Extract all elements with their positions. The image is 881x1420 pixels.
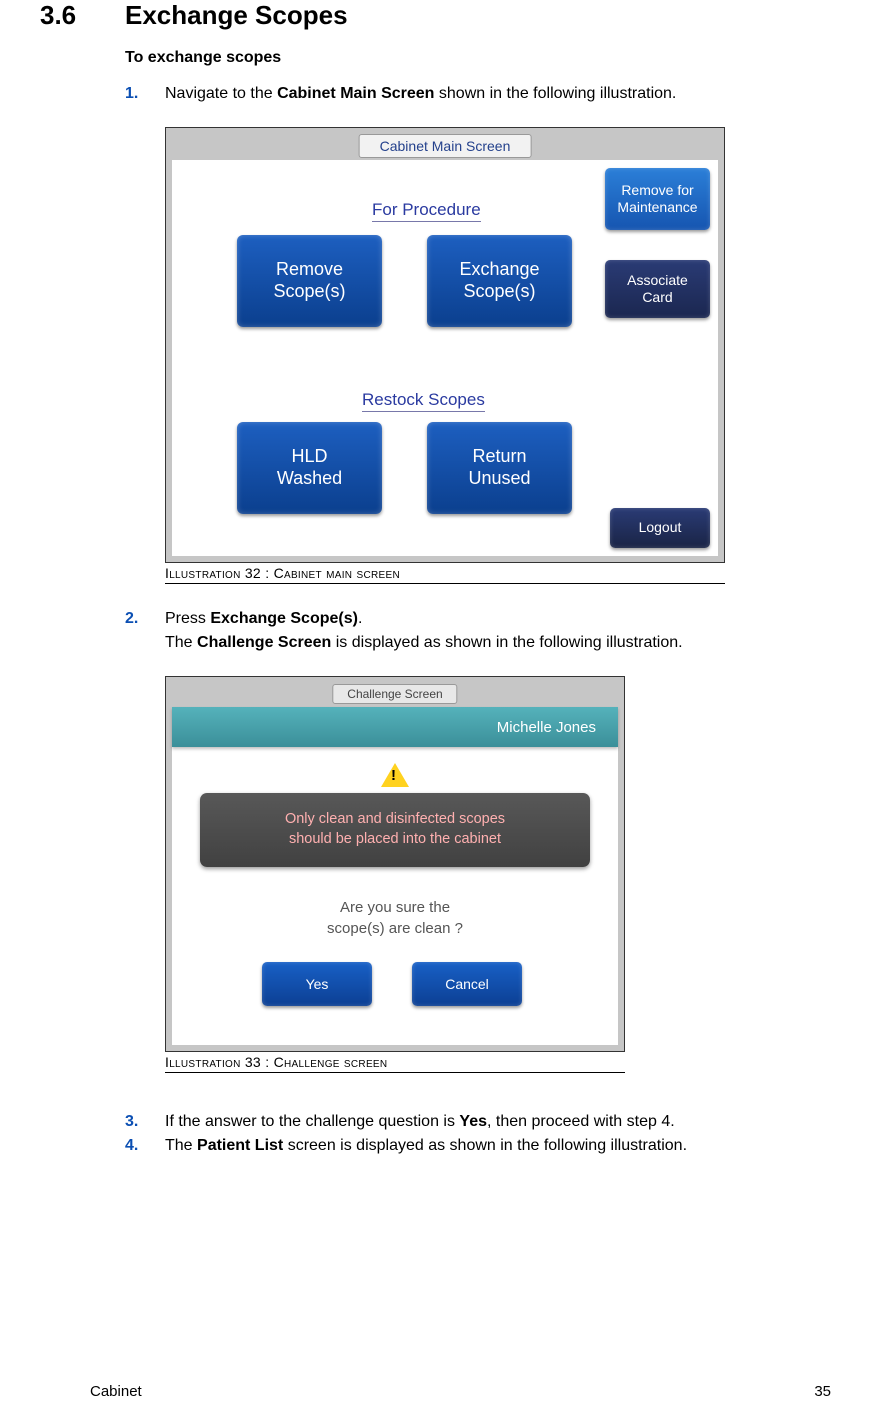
button-line1: Exchange: [427, 259, 572, 281]
section-title: Exchange Scopes: [125, 0, 348, 31]
button-line2: Scope(s): [237, 281, 382, 303]
text: Navigate to the: [165, 85, 277, 102]
figure-33: Challenge Screen Michelle Jones Only cle…: [165, 676, 625, 1073]
bold-text: Challenge Screen: [197, 634, 331, 651]
warning-message: Only clean and disinfected scopes should…: [200, 793, 590, 867]
step-1: 1. Navigate to the Cabinet Main Screen s…: [125, 85, 831, 103]
window-title: Cabinet Main Screen: [359, 134, 532, 158]
button-line2: Washed: [237, 468, 382, 490]
button-label: Logout: [610, 519, 710, 537]
figure-caption: Illustration 32 : Cabinet main screen: [165, 565, 725, 584]
question-line1: Are you sure the: [340, 899, 450, 916]
step-text: If the answer to the challenge question …: [165, 1113, 675, 1131]
button-line1: Return: [427, 446, 572, 468]
button-line2: Card: [605, 289, 710, 307]
button-line1: Remove: [237, 259, 382, 281]
step-text: The Patient List screen is displayed as …: [165, 1137, 687, 1155]
section-number: 3.6: [40, 0, 95, 31]
text: The: [165, 1137, 197, 1154]
warning-icon: [381, 763, 409, 787]
text: The: [165, 634, 197, 651]
user-bar: Michelle Jones: [172, 707, 618, 747]
step-3: 3. If the answer to the challenge questi…: [125, 1113, 831, 1131]
bold-text: Cabinet Main Screen: [277, 85, 434, 102]
step-2: 2. Press Exchange Scope(s).: [125, 610, 831, 628]
user-name: Michelle Jones: [497, 719, 596, 736]
step-number: 3.: [125, 1113, 165, 1131]
for-procedure-label: For Procedure: [372, 200, 481, 222]
logout-button[interactable]: Logout: [610, 508, 710, 548]
button-line1: HLD: [237, 446, 382, 468]
remove-for-maintenance-button[interactable]: Remove for Maintenance: [605, 168, 710, 230]
cancel-button[interactable]: Cancel: [412, 962, 522, 1006]
button-label: Yes: [306, 976, 329, 992]
step-number: 4.: [125, 1137, 165, 1155]
step-2-body: The Challenge Screen is displayed as sho…: [165, 634, 831, 652]
bold-text: Exchange Scope(s): [210, 610, 358, 627]
step-number: 2.: [125, 610, 165, 628]
button-line2: Maintenance: [605, 199, 710, 217]
warning-line1: Only clean and disinfected scopes: [210, 810, 580, 830]
page-number: 35: [814, 1383, 831, 1400]
step-number: 1.: [125, 85, 165, 103]
challenge-question: Are you sure the scope(s) are clean ?: [172, 897, 618, 939]
text: , then proceed with step 4.: [487, 1113, 675, 1130]
step-4: 4. The Patient List screen is displayed …: [125, 1137, 831, 1155]
text: is displayed as shown in the following i…: [331, 634, 682, 651]
bold-text: Patient List: [197, 1137, 283, 1154]
yes-button[interactable]: Yes: [262, 962, 372, 1006]
figure-caption: Illustration 33 : Challenge screen: [165, 1054, 625, 1073]
bold-text: Yes: [459, 1113, 487, 1130]
button-line2: Unused: [427, 468, 572, 490]
button-label: Cancel: [445, 976, 489, 992]
step-text: Press Exchange Scope(s).: [165, 610, 362, 628]
exchange-scopes-button[interactable]: Exchange Scope(s): [427, 235, 572, 327]
text: Press: [165, 610, 210, 627]
text: screen is displayed as shown in the foll…: [283, 1137, 687, 1154]
associate-card-button[interactable]: Associate Card: [605, 260, 710, 318]
return-unused-button[interactable]: Return Unused: [427, 422, 572, 514]
remove-scopes-button[interactable]: Remove Scope(s): [237, 235, 382, 327]
restock-label: Restock Scopes: [362, 390, 485, 412]
page-footer: Cabinet 35: [90, 1383, 831, 1400]
figure-32: Cabinet Main Screen For Procedure Remove…: [165, 127, 725, 584]
button-line1: Remove for: [605, 182, 710, 200]
button-line2: Scope(s): [427, 281, 572, 303]
section-heading: 3.6 Exchange Scopes: [40, 0, 831, 31]
sub-heading: To exchange scopes: [125, 49, 831, 67]
window-title: Challenge Screen: [332, 684, 457, 704]
text: .: [358, 610, 362, 627]
text: shown in the following illustration.: [434, 85, 676, 102]
question-line2: scope(s) are clean ?: [327, 920, 463, 937]
step-text: Navigate to the Cabinet Main Screen show…: [165, 85, 676, 103]
hld-washed-button[interactable]: HLD Washed: [237, 422, 382, 514]
warning-line2: should be placed into the cabinet: [210, 830, 580, 850]
text: If the answer to the challenge question …: [165, 1113, 459, 1130]
button-line1: Associate: [605, 272, 710, 290]
footer-left: Cabinet: [90, 1383, 142, 1400]
